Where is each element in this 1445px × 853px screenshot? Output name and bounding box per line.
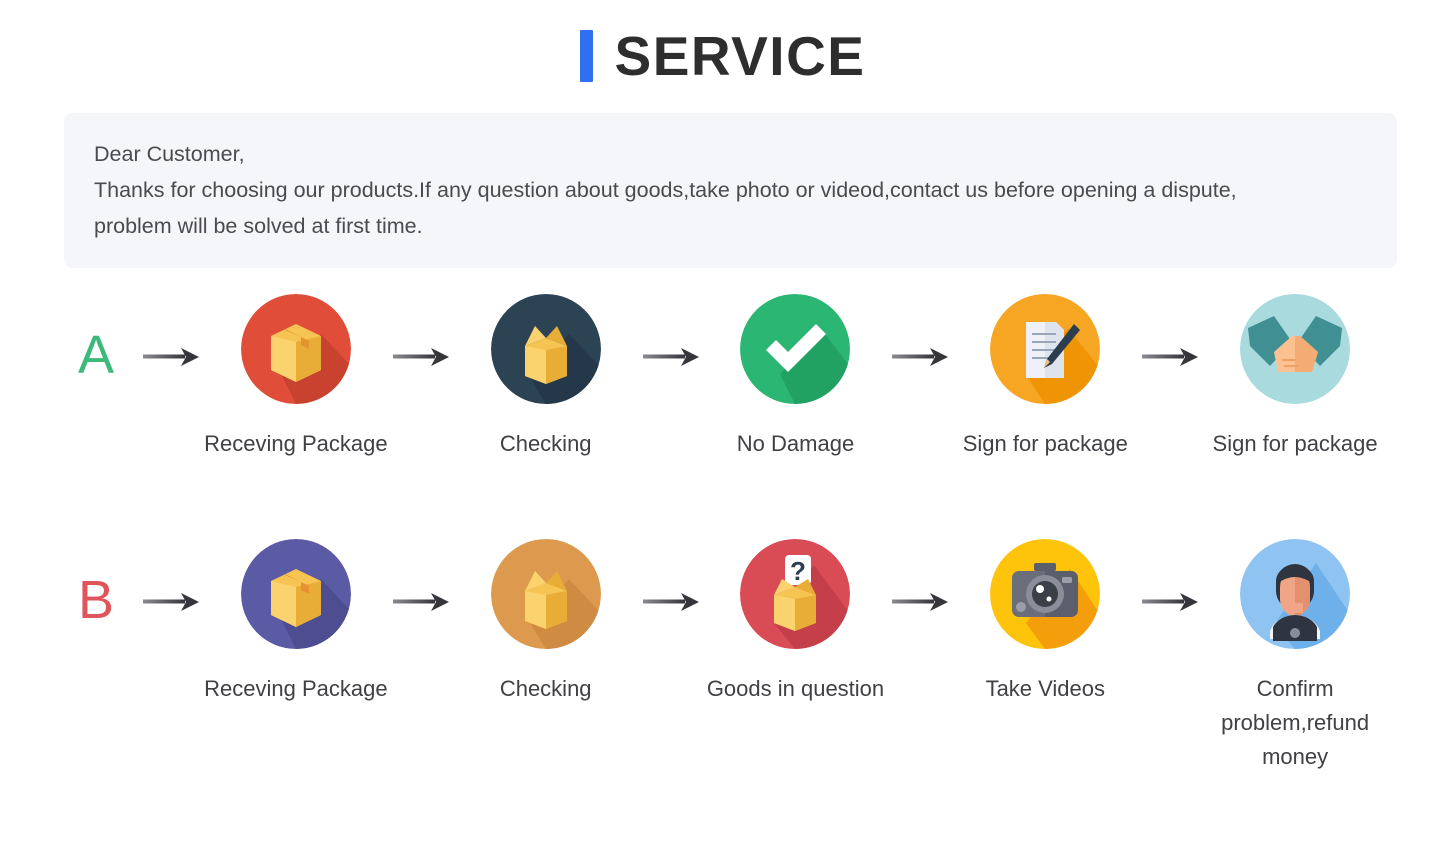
flow-step-label: Checking (499, 431, 592, 456)
service-flow: A Receving Package Checking No Damage Si… (0, 294, 1445, 784)
support-agent-icon (1240, 539, 1351, 649)
arrow-right-icon (138, 294, 204, 368)
flow-step[interactable]: Receving Package (204, 294, 388, 461)
arrow-right-icon (138, 539, 204, 613)
flow-step[interactable]: ? Goods in question (704, 539, 888, 706)
arrow-right-icon (388, 294, 454, 368)
flow-step-label: Receving Package (204, 431, 388, 456)
camera-icon (990, 539, 1101, 649)
flow-step-label: Receving Package (204, 676, 388, 701)
notice-line: Dear Customer, (94, 142, 245, 166)
flow-step-label: Sign for package (962, 431, 1128, 456)
document-sign-icon (990, 294, 1101, 404)
flow-step[interactable]: Receving Package (204, 539, 388, 706)
arrow-right-icon (1137, 294, 1203, 368)
flow-row-a: A Receving Package Checking No Damage Si… (64, 294, 1387, 539)
open-box-icon (490, 294, 601, 404)
flow-letter-b: B (78, 570, 115, 630)
svg-text:?: ? (791, 556, 807, 586)
flow-step[interactable]: Checking (454, 539, 638, 706)
flow-letter-a: A (78, 325, 115, 385)
arrow-right-icon (638, 539, 704, 613)
flow-step-label: Sign for package (1212, 431, 1378, 456)
flow-row-b: B Receving Package Checking ? Goods in q… (64, 539, 1387, 784)
open-box-icon (490, 539, 601, 649)
flow-step[interactable]: Checking (454, 294, 638, 461)
page-header: SERVICE (0, 0, 1445, 83)
flow-step[interactable]: Take Videos (953, 539, 1137, 706)
arrow-right-icon (887, 539, 953, 613)
question-box-icon: ? (740, 539, 851, 649)
arrow-right-icon (1137, 539, 1203, 613)
flow-step-label: Confirm problem,refund money (1221, 676, 1376, 769)
sealed-box-icon (240, 539, 351, 649)
notice-line: problem will be solved at first time. (94, 214, 423, 238)
flow-step-label: No Damage (736, 431, 855, 456)
sealed-box-icon (240, 294, 351, 404)
accent-bar-icon (579, 30, 593, 82)
flow-step[interactable]: Confirm problem,refund money (1203, 539, 1387, 774)
flow-step[interactable]: No Damage (704, 294, 888, 461)
flow-step[interactable]: Sign for package (953, 294, 1137, 461)
flow-step-label: Take Videos (985, 676, 1106, 701)
arrow-right-icon (638, 294, 704, 368)
flow-step-label: Checking (499, 676, 592, 701)
flow-step-label: Goods in question (706, 676, 885, 701)
arrow-right-icon (388, 539, 454, 613)
arrow-right-icon (887, 294, 953, 368)
notice-line: Thanks for choosing our products.If any … (94, 178, 1237, 202)
flow-step[interactable]: Sign for package (1203, 294, 1387, 461)
customer-notice: Dear Customer, Thanks for choosing our p… (64, 113, 1397, 268)
page-title: SERVICE (614, 24, 866, 87)
handshake-icon (1240, 294, 1351, 404)
checkmark-icon (740, 294, 851, 404)
